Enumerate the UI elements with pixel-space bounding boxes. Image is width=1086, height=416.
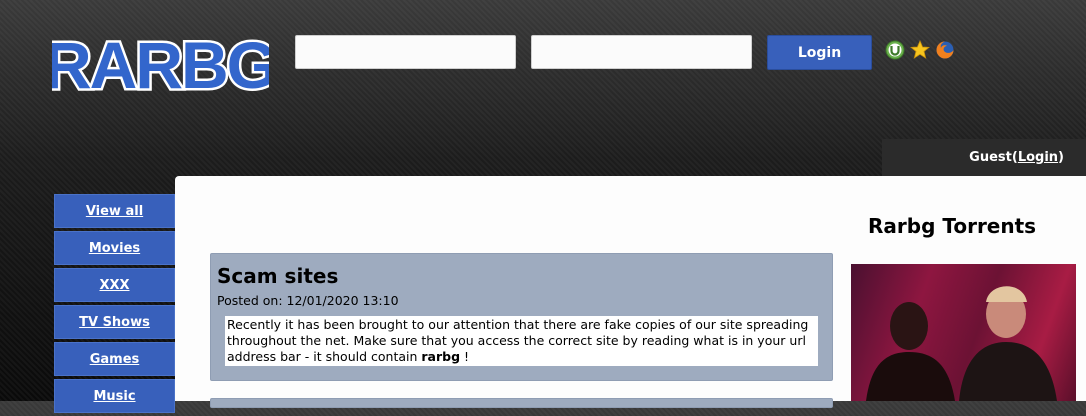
- password-input[interactable]: [531, 35, 752, 69]
- category-nav: View all Movies XXX TV Shows Games Music: [54, 194, 175, 416]
- post-body: Recently it has been brought to our atte…: [225, 316, 818, 366]
- post-body-text: Recently it has been brought to our atte…: [227, 317, 809, 364]
- user-status-bar: Guest (Login): [882, 139, 1086, 176]
- nav-item-xxx[interactable]: XXX: [54, 268, 175, 302]
- rarbg-logo[interactable]: RARBG: [52, 32, 269, 96]
- nav-item-view-all[interactable]: View all: [54, 194, 175, 228]
- bookmark-star-icon[interactable]: [910, 40, 930, 60]
- login-button[interactable]: Login: [767, 35, 872, 70]
- guest-label: Guest: [969, 150, 1012, 165]
- nav-item-movies[interactable]: Movies: [54, 231, 175, 265]
- utorrent-icon[interactable]: [885, 40, 905, 60]
- poster-figures-image: [866, 286, 1057, 401]
- nav-item-games[interactable]: Games: [54, 342, 175, 376]
- main-content: Scam sites Posted on: 12/01/2020 13:10 R…: [175, 176, 1086, 408]
- sidebar-title: Rarbg Torrents: [868, 214, 1037, 238]
- post-body-keyword: rarbg: [421, 349, 461, 364]
- nav-item-music[interactable]: Music: [54, 379, 175, 413]
- firefox-icon[interactable]: [935, 40, 955, 60]
- paren-close: ): [1058, 150, 1064, 165]
- username-input[interactable]: [295, 35, 516, 69]
- featured-movie-poster[interactable]: [851, 264, 1076, 401]
- post-body-end: !: [460, 349, 470, 364]
- news-post: Scam sites Posted on: 12/01/2020 13:10 R…: [210, 253, 833, 381]
- next-news-post: [210, 398, 833, 408]
- post-title: Scam sites: [217, 264, 339, 288]
- post-date: Posted on: 12/01/2020 13:10: [217, 293, 399, 308]
- logo-text: RARBG: [52, 32, 269, 96]
- guest-login-link[interactable]: Login: [1018, 150, 1058, 165]
- nav-item-tv-shows[interactable]: TV Shows: [54, 305, 175, 339]
